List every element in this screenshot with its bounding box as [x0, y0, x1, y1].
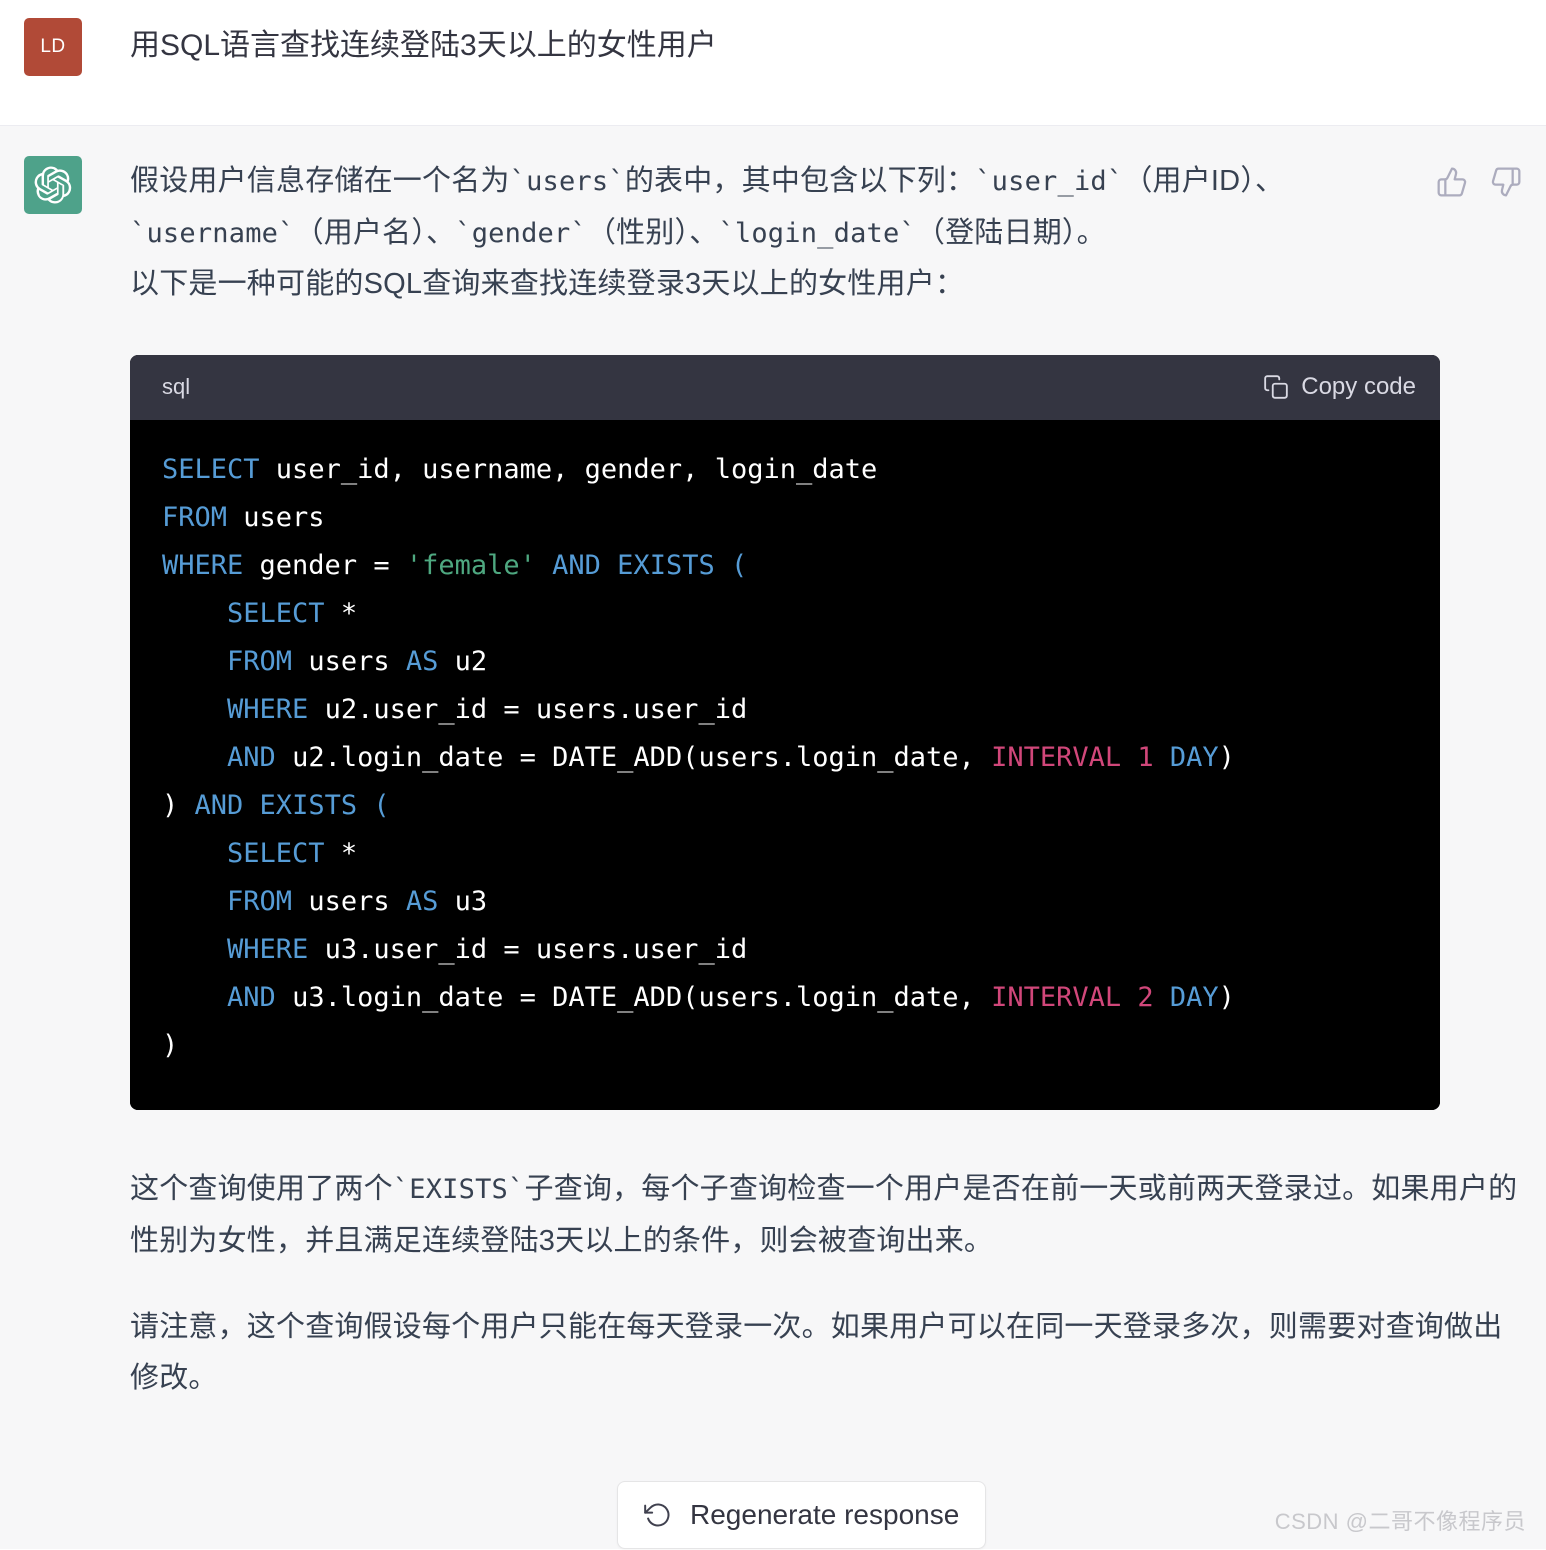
code-token: u3.login_date = DATE_ADD(users.login_dat…: [275, 982, 992, 1014]
code-token: FROM: [227, 646, 293, 678]
code-token: AS: [405, 886, 439, 918]
regenerate-response-button[interactable]: Regenerate response: [617, 1481, 987, 1549]
user-avatar-column: LD: [0, 18, 130, 76]
code-token: 'female': [405, 549, 536, 581]
inline-code: `login_date`: [718, 217, 916, 249]
code-text: SELECT user_id, username, gender, login_…: [162, 454, 1235, 1062]
clipboard-icon: [1263, 374, 1289, 400]
code-token: FROM: [162, 501, 228, 533]
code-token: DAY: [1169, 982, 1219, 1014]
code-token: WHERE: [227, 934, 309, 966]
avatar-initials: LD: [40, 36, 66, 57]
assistant-paragraph-2: 以下是一种可能的SQL查询来查找连续登录3天以上的女性用户：: [130, 268, 965, 301]
code-token: users: [292, 646, 406, 678]
code-token: WHERE: [162, 549, 244, 581]
regenerate-response-container: Regenerate response: [617, 1481, 987, 1549]
assistant-avatar-column: [0, 156, 130, 214]
user-message-text: 用SQL语言查找连续登陆3天以上的女性用户: [130, 29, 717, 62]
assistant-paragraph-1: 假设用户信息存储在一个名为`users`的表中，其中包含以下列：`user_id…: [130, 165, 1285, 249]
avatar: LD: [24, 18, 82, 76]
assistant-paragraph-4: 请注意，这个查询假设每个用户只能在每天登录一次。如果用户可以在同一天登录多次，则…: [130, 1310, 1503, 1395]
code-token: user_id, username, gender, login_date: [259, 453, 878, 485]
watermark: CSDN @二哥不像程序员: [1274, 1509, 1526, 1534]
copy-code-button[interactable]: Copy code: [1263, 373, 1416, 401]
code-token: ): [1218, 742, 1235, 774]
code-token: u2.login_date = DATE_ADD(users.login_dat…: [275, 742, 992, 774]
inline-code: `user_id`: [975, 166, 1124, 197]
feedback-buttons: [1418, 156, 1522, 198]
code-token: INTERVAL 2: [991, 982, 1154, 1014]
inline-code: `users`: [509, 166, 625, 197]
avatar: [24, 156, 82, 214]
assistant-first-paragraph-row: 假设用户信息存储在一个名为`users`的表中，其中包含以下列：`user_id…: [130, 156, 1522, 259]
copy-code-label: Copy code: [1301, 373, 1416, 401]
assistant-message-row: 假设用户信息存储在一个名为`users`的表中，其中包含以下列：`user_id…: [0, 126, 1546, 1549]
code-token: u2: [438, 646, 488, 678]
regenerate-response-label: Regenerate response: [690, 1499, 960, 1530]
code-language-label: sql: [162, 374, 191, 400]
user-message-row: LD 用SQL语言查找连续登陆3天以上的女性用户: [0, 0, 1546, 126]
code-token: u3: [438, 886, 488, 918]
inline-code: `EXISTS`: [392, 1174, 525, 1206]
refresh-icon: [644, 1501, 672, 1529]
code-block-body[interactable]: SELECT user_id, username, gender, login_…: [130, 419, 1440, 1111]
code-token: u2.user_id = users.user_id: [308, 694, 748, 726]
user-message-content: 用SQL语言查找连续登陆3天以上的女性用户: [130, 18, 1546, 67]
thumbs-down-icon[interactable]: [1490, 166, 1522, 198]
code-token: ): [162, 790, 179, 822]
assistant-message-content: 假设用户信息存储在一个名为`users`的表中，其中包含以下列：`user_id…: [130, 156, 1546, 1405]
code-token: *: [324, 597, 358, 629]
thumbs-up-icon[interactable]: [1436, 166, 1468, 198]
code-token: AND EXISTS: [552, 549, 715, 581]
code-token: ): [162, 1030, 179, 1062]
code-token: DAY: [1169, 742, 1219, 774]
code-token: SELECT: [227, 838, 325, 870]
code-token: (: [373, 790, 390, 822]
code-block: sql Copy code SELECT user_id, username, …: [130, 354, 1440, 1111]
code-token: *: [324, 838, 358, 870]
code-token: AND: [227, 982, 276, 1014]
code-token: WHERE: [227, 694, 309, 726]
code-token: ): [1218, 982, 1235, 1014]
chat-transcript: LD 用SQL语言查找连续登陆3天以上的女性用户 假设用户信息存储在一个名为`u…: [0, 0, 1546, 1550]
code-token: users: [292, 886, 406, 918]
code-token: u3.user_id = users.user_id: [308, 934, 748, 966]
inline-code: `username`: [130, 217, 295, 249]
assistant-paragraph-3: 这个查询使用了两个`EXISTS`子查询，每个子查询检查一个用户是否在前一天或前…: [130, 1173, 1518, 1258]
inline-code: `gender`: [455, 217, 587, 249]
code-token: (: [730, 549, 748, 581]
code-token: users: [227, 501, 325, 533]
code-token: SELECT: [162, 453, 260, 485]
code-token: INTERVAL 1: [991, 742, 1154, 774]
code-token: AND: [227, 742, 276, 774]
openai-logo-icon: [34, 166, 72, 204]
code-token: AND EXISTS: [194, 790, 358, 822]
code-token: gender =: [243, 549, 406, 581]
code-token: FROM: [227, 886, 293, 918]
code-token: SELECT: [227, 597, 325, 629]
code-block-header: sql Copy code: [130, 354, 1440, 420]
code-token: AS: [405, 646, 439, 678]
